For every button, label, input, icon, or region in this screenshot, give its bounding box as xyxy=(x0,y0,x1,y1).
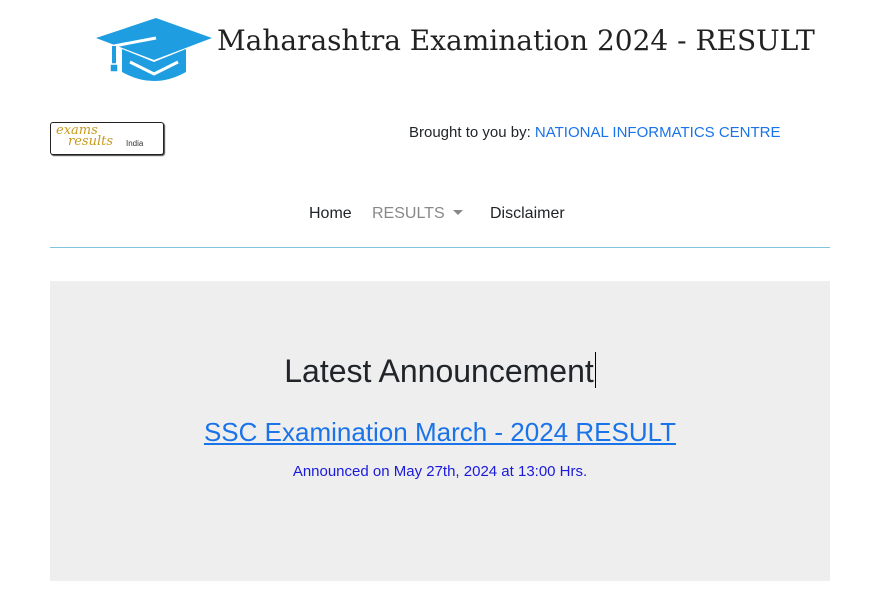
announcement-date: Announced on May 27th, 2024 at 13:00 Hrs… xyxy=(292,463,588,480)
nav-disclaimer[interactable]: Disclaimer xyxy=(490,205,565,223)
logo-text-india: India xyxy=(126,139,144,148)
nav-results-dropdown[interactable]: RESULTS xyxy=(372,205,463,223)
exams-results-india-logo[interactable]: exams results India xyxy=(50,122,164,155)
caret-down-icon xyxy=(452,210,463,215)
nic-link[interactable]: NATIONAL INFORMATICS CENTRE xyxy=(535,124,781,141)
announcement-heading-text: Latest Announcement xyxy=(284,353,594,389)
nav-divider xyxy=(50,247,830,248)
brought-by-label: Brought to you by: xyxy=(409,124,535,141)
announcement-heading: Latest Announcement xyxy=(50,352,830,390)
graduation-cap-icon xyxy=(96,18,212,81)
logo-text-results: results xyxy=(68,134,114,149)
brought-by-text: Brought to you by: NATIONAL INFORMATICS … xyxy=(409,124,781,141)
site-header: Maharashtra Examination 2024 - RESULT xyxy=(0,0,870,95)
announcement-panel: Latest Announcement SSC Examination Marc… xyxy=(50,281,830,581)
site-title: Maharashtra Examination 2024 - RESULT xyxy=(217,24,815,57)
nav-results-label: RESULTS xyxy=(372,205,445,222)
text-cursor xyxy=(594,352,596,388)
ssc-result-link[interactable]: SSC Examination March - 2024 RESULT xyxy=(50,417,830,448)
nav-home[interactable]: Home xyxy=(309,205,352,223)
main-nav: Home RESULTS Disclaimer xyxy=(0,205,870,229)
